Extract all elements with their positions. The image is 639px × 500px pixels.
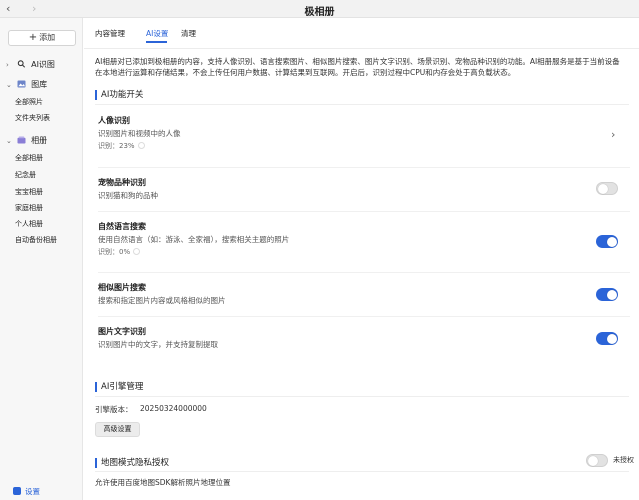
feature-portrait[interactable]: 人像识别 识别图片和视频中的人像 识别：23% xyxy=(98,115,630,151)
settings-label: 设置 xyxy=(25,487,40,496)
divider xyxy=(95,471,629,472)
sidebar-item-family[interactable]: 家庭相册 xyxy=(15,202,43,214)
feature-name: 人像识别 xyxy=(98,116,130,125)
feature-desc: 识别猫和狗的品种 xyxy=(98,191,158,200)
feature-desc: 使用自然语言（如：游泳、全家福），搜索相关主题的照片 xyxy=(98,235,290,244)
gallery-icon xyxy=(17,80,26,88)
sidebar-item-memorial[interactable]: 纪念册 xyxy=(15,169,36,181)
toggle-knob xyxy=(588,455,598,466)
advanced-settings-button[interactable]: 高级设置 xyxy=(95,422,140,437)
settings-button[interactable]: 设置 xyxy=(13,486,40,497)
toggle-knob xyxy=(606,236,617,247)
feature-natural-language-search: 自然语言搜索 使用自然语言（如：游泳、全家福），搜索相关主题的照片 识别：0% xyxy=(98,221,630,257)
progress-label: 识别： xyxy=(98,142,119,150)
feature-name: 图片文字识别 xyxy=(98,327,146,336)
sidebar-item-personal[interactable]: 个人相册 xyxy=(15,218,43,230)
add-button-label: 添加 xyxy=(39,33,56,42)
toggle-knob xyxy=(606,333,617,344)
section-title-map-privacy: 地图模式隐私授权 xyxy=(95,458,169,468)
chevron-right-icon[interactable]: › xyxy=(611,128,615,141)
feature-name: 相似图片搜索 xyxy=(98,283,146,292)
chevron-down-icon: ⌄ xyxy=(6,81,12,89)
toggle-knob xyxy=(598,183,608,194)
intro-text: AI相册对已添加到极相册的内容，支持人像识别、语言搜索图片、相似图片搜索、图片文… xyxy=(95,57,620,77)
title-bar: ‹ › 极相册 xyxy=(0,0,639,18)
progress-label: 识别： xyxy=(98,248,119,256)
window-title: 极相册 xyxy=(304,7,335,18)
map-privacy-desc: 允许使用百度地图SDK解析照片地理位置 xyxy=(95,478,231,487)
feature-desc: 识别图片中的文字，并支持复制提取 xyxy=(98,340,218,349)
engine-version-label: 引擎版本： xyxy=(95,405,133,414)
section-title-ai-engine: AI引擎管理 xyxy=(95,382,143,392)
feature-pet-breed: 宠物品种识别 识别猫和狗的品种 xyxy=(98,177,630,201)
sidebar-item-all-albums[interactable]: 全部相册 xyxy=(15,152,43,164)
sidebar-group-ai[interactable]: › AI识图 xyxy=(6,58,55,72)
toggle-knob xyxy=(606,289,617,300)
pet-breed-toggle[interactable] xyxy=(596,182,618,195)
progress-ring-icon xyxy=(133,248,141,255)
sidebar-group-label: 图库 xyxy=(31,80,48,89)
section-title-ai-switch: AI功能开关 xyxy=(95,90,143,100)
sidebar-group-label: AI识图 xyxy=(31,60,55,69)
sidebar: + 添加 › AI识图 ⌄ 图库 全部照片 文件夹列表 ⌄ 相册 全部相册 纪念册… xyxy=(0,18,83,500)
map-privacy-toggle[interactable] xyxy=(586,454,608,467)
search-icon xyxy=(17,60,25,68)
album-icon xyxy=(17,136,26,144)
natural-language-search-toggle[interactable] xyxy=(596,235,618,248)
feature-name: 自然语言搜索 xyxy=(98,222,146,231)
divider xyxy=(84,48,639,49)
add-button[interactable]: + 添加 xyxy=(8,30,76,46)
feature-desc: 搜索和指定图片内容或风格相似的图片 xyxy=(98,296,226,305)
divider xyxy=(95,104,629,105)
settings-icon xyxy=(13,487,21,495)
feature-similar-image-search: 相似图片搜索 搜索和指定图片内容或风格相似的图片 xyxy=(98,282,630,306)
sidebar-group-albums[interactable]: ⌄ 相册 xyxy=(6,134,47,148)
divider xyxy=(98,211,630,212)
sidebar-item-auto-backup[interactable]: 自动备份相册 xyxy=(15,234,57,246)
sidebar-item-baby[interactable]: 宝宝相册 xyxy=(15,186,43,198)
feature-image-text-recognition: 图片文字识别 识别图片中的文字，并支持复制提取 xyxy=(98,326,630,350)
divider xyxy=(98,272,630,273)
feature-progress: 识别：23% xyxy=(98,141,630,151)
chevron-down-icon: ⌄ xyxy=(6,137,12,145)
engine-version-value: 20250324000000 xyxy=(140,404,207,413)
plus-icon: + xyxy=(28,32,38,43)
feature-desc: 识别图片和视频中的人像 xyxy=(98,129,181,138)
feature-progress: 识别：0% xyxy=(98,247,630,257)
tab-ai-settings[interactable]: AI设置 xyxy=(146,28,168,39)
sidebar-item-all-photos[interactable]: 全部照片 xyxy=(15,96,43,108)
divider xyxy=(98,167,630,168)
feature-name: 宠物品种识别 xyxy=(98,178,146,187)
divider xyxy=(95,396,629,397)
progress-value: 0% xyxy=(119,248,131,256)
image-text-recognition-toggle[interactable] xyxy=(596,332,618,345)
chevron-right-icon: › xyxy=(6,61,9,69)
similar-image-search-toggle[interactable] xyxy=(596,288,618,301)
map-privacy-status: 未授权 xyxy=(613,456,634,464)
sidebar-item-folder-list[interactable]: 文件夹列表 xyxy=(15,112,50,124)
divider xyxy=(98,316,630,317)
progress-value: 23% xyxy=(119,142,135,150)
tab-cleanup[interactable]: 清理 xyxy=(181,28,196,39)
active-tab-indicator xyxy=(146,41,167,43)
sidebar-group-label: 相册 xyxy=(31,136,48,145)
sidebar-group-gallery[interactable]: ⌄ 图库 xyxy=(6,78,47,92)
main-content: 内容管理 AI设置 清理 AI相册对已添加到极相册的内容，支持人像识别、语言搜索… xyxy=(84,18,639,500)
tab-content-management[interactable]: 内容管理 xyxy=(95,28,125,39)
progress-ring-icon xyxy=(137,142,145,149)
